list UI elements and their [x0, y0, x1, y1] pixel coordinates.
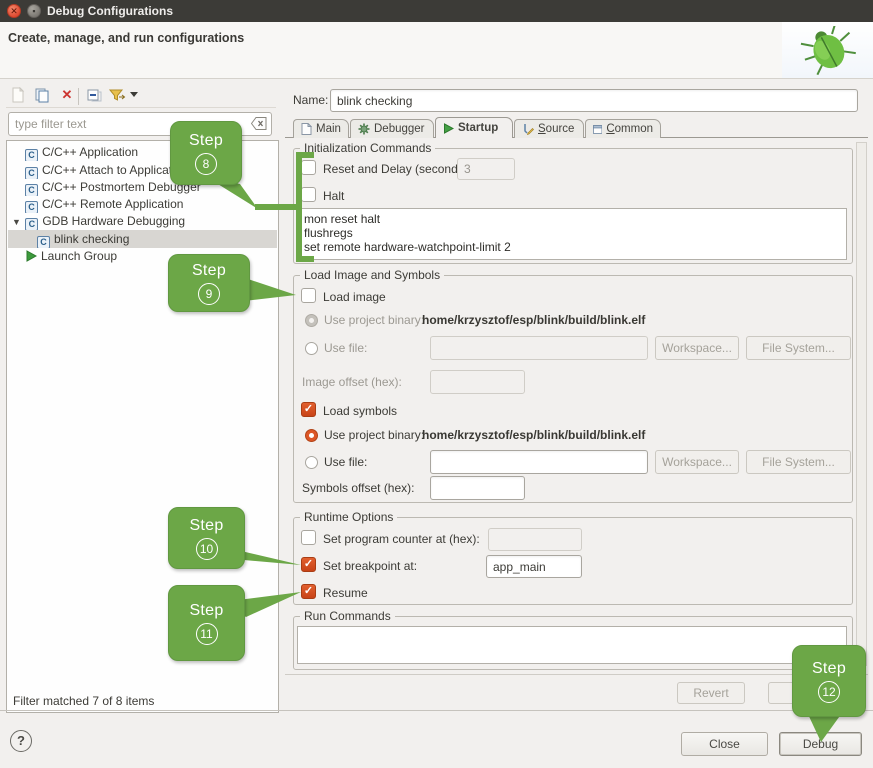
image-filesystem-button: File System...	[746, 336, 851, 360]
load-symbols-checkbox[interactable]	[301, 402, 316, 417]
reset-and-delay-checkbox[interactable]	[301, 160, 316, 175]
symbols-use-project-binary-radio[interactable]	[305, 429, 318, 442]
image-use-file-radio	[305, 342, 318, 355]
dialog-subtitle: Create, manage, and run configurations	[8, 31, 244, 45]
symbols-offset-input[interactable]	[430, 476, 525, 500]
load-image-checkbox[interactable]	[301, 288, 316, 303]
image-use-project-binary-label: Use project binary:	[324, 313, 424, 327]
configurations-tree: CC/C++ Application CC/C++ Attach to Appl…	[6, 140, 279, 713]
content-separator	[285, 674, 868, 675]
image-use-project-binary-radio	[305, 314, 318, 327]
toolbar-separator	[78, 88, 79, 105]
tab-common[interactable]: Common	[585, 119, 661, 138]
window-close-icon[interactable]: ✕	[7, 4, 21, 18]
init-commands-group-title: Initialization Commands	[300, 141, 435, 155]
run-commands-textarea[interactable]	[297, 626, 847, 664]
close-button[interactable]: Close	[681, 732, 768, 756]
resume-checkbox[interactable]	[301, 584, 316, 599]
expander-icon[interactable]: ▼	[12, 213, 22, 230]
launch-group-icon	[25, 250, 37, 262]
window-titlebar: ✕ ▪ Debug Configurations	[0, 0, 873, 22]
name-input[interactable]	[330, 89, 858, 112]
duplicate-icon[interactable]	[34, 87, 50, 103]
tab-source[interactable]: Source	[514, 119, 584, 138]
tree-item-cpp-application[interactable]: CC/C++ Application	[8, 143, 277, 161]
content-scrollbar[interactable]	[856, 142, 867, 666]
filter-field-wrap	[8, 112, 272, 136]
symbols-offset-label: Symbols offset (hex):	[302, 481, 415, 495]
symbols-use-file-label: Use file:	[324, 455, 367, 469]
image-use-file-label: Use file:	[324, 341, 367, 355]
tree-item-launch-group[interactable]: Launch Group	[8, 247, 277, 265]
filter-input[interactable]	[8, 112, 272, 136]
collapse-all-icon[interactable]	[86, 87, 102, 103]
set-breakpoint-checkbox[interactable]	[301, 557, 316, 572]
left-toolbar: ✕	[6, 86, 276, 108]
tab-debugger[interactable]: Debugger	[350, 119, 434, 138]
window-title: Debug Configurations	[47, 0, 173, 22]
filter-icon[interactable]	[108, 87, 126, 103]
main-tab-icon	[301, 123, 312, 135]
set-program-counter-checkbox[interactable]	[301, 530, 316, 545]
symbols-file-input[interactable]	[430, 450, 648, 474]
common-tab-icon	[593, 124, 602, 135]
footer-separator	[0, 710, 873, 711]
symbols-workspace-button: Workspace...	[655, 450, 739, 474]
program-counter-input	[488, 528, 582, 551]
tree-item-gdb-hardware-debugging[interactable]: ▼ CGDB Hardware Debugging	[8, 212, 277, 230]
tree-item-cpp-postmortem[interactable]: CC/C++ Postmortem Debugger	[8, 178, 277, 196]
window-minimize-icon[interactable]: ▪	[27, 4, 41, 18]
dialog-header: Create, manage, and run configurations	[0, 22, 873, 79]
set-breakpoint-label: Set breakpoint at:	[323, 559, 417, 573]
symbols-filesystem-button: File System...	[746, 450, 851, 474]
load-image-label: Load image	[323, 290, 386, 304]
help-icon[interactable]: ?	[10, 730, 32, 752]
c-application-icon: C	[25, 218, 38, 230]
load-image-symbols-group-title: Load Image and Symbols	[300, 268, 444, 282]
apply-button	[768, 682, 851, 704]
tree-item-cpp-attach[interactable]: CC/C++ Attach to Application	[8, 161, 277, 179]
filter-status: Filter matched 7 of 8 items	[13, 694, 154, 708]
image-offset-input	[430, 370, 525, 394]
halt-checkbox[interactable]	[301, 187, 316, 202]
name-label: Name:	[293, 93, 328, 107]
toolbar-menu-arrow-icon[interactable]	[130, 92, 138, 97]
startup-tab-icon	[443, 123, 454, 134]
symbols-use-file-radio[interactable]	[305, 456, 318, 469]
new-configuration-icon[interactable]	[10, 87, 26, 103]
reset-delay-input	[457, 158, 515, 180]
symbols-use-project-binary-label: Use project binary:	[324, 428, 424, 442]
tab-main[interactable]: Main	[293, 119, 349, 138]
delete-icon[interactable]: ✕	[59, 87, 75, 103]
bug-icon	[796, 26, 860, 76]
bug-image-panel	[782, 22, 873, 78]
debugger-tab-icon	[358, 123, 370, 135]
set-program-counter-label: Set program counter at (hex):	[323, 532, 480, 546]
resume-label: Resume	[323, 586, 368, 600]
breakpoint-input[interactable]	[486, 555, 582, 578]
tree-item-cpp-remote[interactable]: CC/C++ Remote Application	[8, 195, 277, 213]
load-symbols-label: Load symbols	[323, 404, 397, 418]
tree-item-blink-checking[interactable]: Cblink checking	[8, 230, 277, 248]
init-commands-textarea[interactable]: mon reset halt flushregs set remote hard…	[297, 208, 847, 260]
reset-and-delay-label: Reset and Delay (seconds):	[323, 162, 471, 176]
c-application-icon: C	[25, 149, 38, 161]
image-workspace-button: Workspace...	[655, 336, 739, 360]
runtime-options-group-title: Runtime Options	[300, 510, 397, 524]
image-binary-path: home/krzysztof/esp/blink/build/blink.elf	[422, 313, 645, 327]
source-tab-icon	[522, 123, 534, 135]
run-commands-group-title: Run Commands	[300, 609, 395, 623]
clear-filter-icon[interactable]	[251, 117, 267, 130]
halt-label: Halt	[323, 189, 344, 203]
tab-startup[interactable]: Startup	[435, 117, 513, 138]
revert-button: Revert	[677, 682, 745, 704]
image-file-input	[430, 336, 648, 360]
symbols-binary-path: home/krzysztof/esp/blink/build/blink.elf	[422, 428, 645, 442]
debug-button[interactable]: Debug	[779, 732, 862, 756]
image-offset-label: Image offset (hex):	[302, 375, 402, 389]
